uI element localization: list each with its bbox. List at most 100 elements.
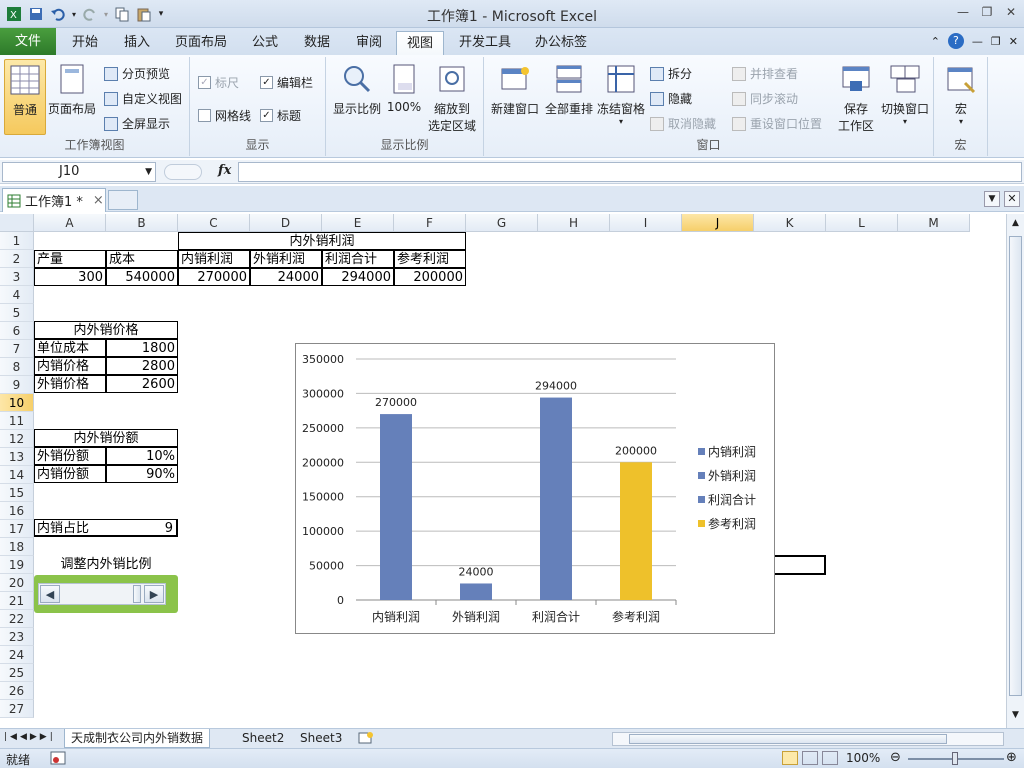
cell-c2[interactable]: 内销利润 <box>178 250 250 268</box>
tab-formulas[interactable]: 公式 <box>242 31 288 55</box>
cell-a8[interactable]: 内销价格 <box>34 357 106 375</box>
cell-f3[interactable]: 200000 <box>394 268 466 286</box>
insert-sheet-icon[interactable] <box>358 731 374 748</box>
formula-input[interactable] <box>238 162 1022 182</box>
tab-view[interactable]: 视图 <box>396 31 444 55</box>
column-header-j[interactable]: J <box>682 214 754 232</box>
headings-checkbox[interactable]: ✓ 标题 <box>260 107 301 124</box>
zoom-100-button[interactable]: 100% <box>384 59 424 114</box>
column-header-i[interactable]: I <box>610 214 682 232</box>
new-window-button[interactable]: 新建窗口 <box>486 59 544 117</box>
column-header-e[interactable]: E <box>322 214 394 232</box>
vertical-scrollbar[interactable]: ▲ ▼ <box>1006 214 1024 728</box>
tab-home[interactable]: 开始 <box>62 31 108 55</box>
normal-view-button[interactable]: 普通 <box>4 59 46 135</box>
formula-bar-resize-handle[interactable] <box>164 164 202 180</box>
row-header-14[interactable]: 14 <box>0 466 34 484</box>
workbook-minimize-icon[interactable]: — <box>972 35 983 48</box>
row-header-17[interactable]: 17 <box>0 520 34 538</box>
row-header-12[interactable]: 12 <box>0 430 34 448</box>
sheet-nav-icons[interactable]: |◀◀▶▶| <box>4 732 56 742</box>
tab-developer[interactable]: 开发工具 <box>450 31 520 55</box>
vertical-scroll-thumb[interactable] <box>1009 236 1022 696</box>
column-header-h[interactable]: H <box>538 214 610 232</box>
scroll-right-icon[interactable]: ▶ <box>144 585 164 603</box>
insert-function-icon[interactable]: fx <box>218 163 231 178</box>
ruler-checkbox[interactable]: ✓ 标尺 <box>198 74 239 91</box>
row-header-6[interactable]: 6 <box>0 322 34 340</box>
ratio-scrollbar[interactable]: ◀ ▶ <box>38 583 166 605</box>
sheet-tab-sheet2[interactable]: Sheet2 <box>236 729 290 748</box>
page-break-preview-button[interactable]: 分页预览 <box>104 65 170 82</box>
formula-bar-checkbox[interactable]: ✓ 编辑栏 <box>260 74 313 91</box>
select-all-corner[interactable] <box>0 214 34 232</box>
close-document-icon[interactable]: ✕ <box>1004 191 1020 207</box>
gridlines-checkbox[interactable]: 网格线 <box>198 107 251 124</box>
row-header-10[interactable]: 10 <box>0 394 34 412</box>
row-header-13[interactable]: 13 <box>0 448 34 466</box>
zoom-to-selection-button[interactable]: 缩放到 选定区域 <box>424 59 480 134</box>
column-header-k[interactable]: K <box>754 214 826 232</box>
cell-e2[interactable]: 利润合计 <box>322 250 394 268</box>
freeze-panes-button[interactable]: 冻结窗格 ▾ <box>594 59 648 126</box>
row-header-11[interactable]: 11 <box>0 412 34 430</box>
tab-insert[interactable]: 插入 <box>114 31 160 55</box>
cell-a12-share-title[interactable]: 内外销份额 <box>34 429 178 447</box>
save-workspace-button[interactable]: 保存 工作区 <box>834 59 878 134</box>
row-header-5[interactable]: 5 <box>0 304 34 322</box>
collapse-ribbon-icon[interactable]: ⌃ <box>931 35 940 48</box>
zoom-in-icon[interactable]: ⊕ <box>1006 750 1017 765</box>
row-header-4[interactable]: 4 <box>0 286 34 304</box>
row-header-22[interactable]: 22 <box>0 610 34 628</box>
page-layout-status-icon[interactable] <box>802 751 818 765</box>
column-header-g[interactable]: G <box>466 214 538 232</box>
tab-file[interactable]: 文件 <box>0 28 56 55</box>
cell-a3[interactable]: 300 <box>34 268 106 286</box>
zoom-button[interactable]: 显示比例 <box>330 59 384 117</box>
page-layout-view-button[interactable]: 页面布局 <box>48 59 96 117</box>
full-screen-button[interactable]: 全屏显示 <box>104 115 170 132</box>
row-header-15[interactable]: 15 <box>0 484 34 502</box>
page-break-status-icon[interactable] <box>822 751 838 765</box>
cell-title-profit[interactable]: 内外销利润 <box>178 232 466 250</box>
scroll-left-icon[interactable]: ◀ <box>40 585 60 603</box>
switch-windows-button[interactable]: 切换窗口 ▾ <box>878 59 932 126</box>
cell-a9[interactable]: 外销价格 <box>34 375 106 393</box>
cell-b8[interactable]: 2800 <box>106 357 178 375</box>
row-header-1[interactable]: 1 <box>0 232 34 250</box>
cell-a17[interactable]: 内销占比 9 <box>34 519 178 537</box>
cell-a13[interactable]: 外销份额 <box>34 447 106 465</box>
custom-views-button[interactable]: 自定义视图 <box>104 90 182 107</box>
cell-f2[interactable]: 参考利润 <box>394 250 466 268</box>
scroll-thumb[interactable] <box>133 585 141 603</box>
sync-scrolling-button[interactable]: 同步滚动 <box>732 90 798 107</box>
sheet-tab-sheet3[interactable]: Sheet3 <box>294 729 348 748</box>
scroll-up-icon[interactable]: ▲ <box>1009 218 1022 232</box>
minimize-icon[interactable]: — <box>954 3 972 21</box>
document-tab-close-icon[interactable]: × <box>93 193 104 208</box>
workbook-close-icon[interactable]: ✕ <box>1009 35 1018 48</box>
reset-window-position-button[interactable]: 重设窗口位置 <box>732 115 822 132</box>
profit-bar-chart[interactable]: 350000 300000 250000 200000 150000 100000 5000… <box>295 343 775 634</box>
column-header-d[interactable]: D <box>250 214 322 232</box>
column-header-f[interactable]: F <box>394 214 466 232</box>
sheet-tab-main[interactable]: 天成制衣公司内外销数据 <box>64 729 211 748</box>
column-header-m[interactable]: M <box>898 214 970 232</box>
row-header-16[interactable]: 16 <box>0 502 34 520</box>
row-header-20[interactable]: 20 <box>0 574 34 592</box>
horizontal-scroll-thumb[interactable] <box>629 734 947 744</box>
tab-review[interactable]: 审阅 <box>346 31 392 55</box>
tab-page-layout[interactable]: 页面布局 <box>166 31 236 55</box>
macro-record-icon[interactable] <box>50 751 66 768</box>
cell-d2[interactable]: 外销利润 <box>250 250 322 268</box>
row-header-7[interactable]: 7 <box>0 340 34 358</box>
row-header-8[interactable]: 8 <box>0 358 34 376</box>
row-header-23[interactable]: 23 <box>0 628 34 646</box>
unhide-button[interactable]: 取消隐藏 <box>650 115 716 132</box>
cell-b9[interactable]: 2600 <box>106 375 178 393</box>
cell-b14[interactable]: 90% <box>106 465 178 483</box>
restore-icon[interactable]: ❐ <box>978 3 996 21</box>
row-header-21[interactable]: 21 <box>0 592 34 610</box>
cell-a6-price-title[interactable]: 内外销价格 <box>34 321 178 339</box>
tab-office-tab[interactable]: 办公标签 <box>526 31 596 55</box>
